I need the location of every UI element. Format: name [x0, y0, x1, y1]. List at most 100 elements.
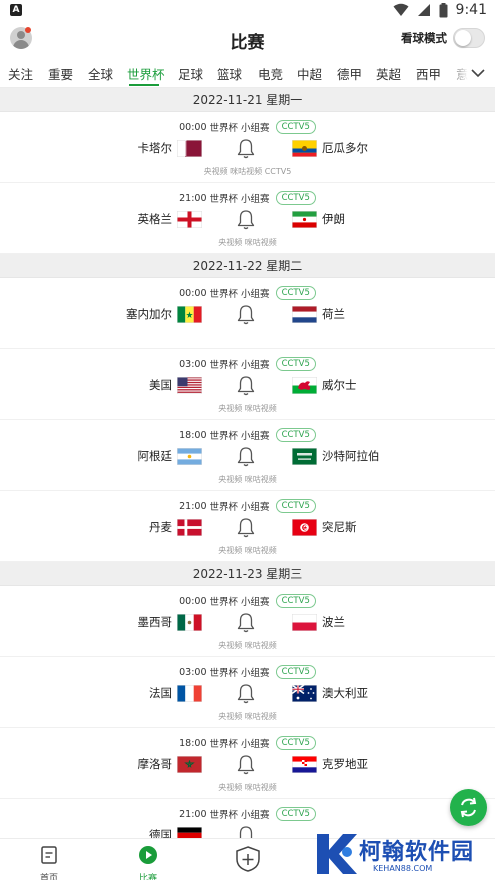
- home-team: 塞内加尔: [126, 307, 172, 321]
- england-flag: [177, 211, 202, 228]
- morocco-flag: [177, 756, 202, 773]
- tab-1[interactable]: 重要: [48, 64, 73, 83]
- channel-badge: CCTV5: [275, 120, 316, 134]
- channel-badge: CCTV5: [275, 191, 316, 205]
- bell-icon[interactable]: [236, 825, 256, 838]
- match-row[interactable]: 21:00 世界杯 小组赛 CCTV5 英格兰 伊朗 央视频 咪咕视频: [0, 183, 495, 254]
- tab-10[interactable]: 西甲: [416, 64, 441, 83]
- home-team: 墨西哥: [137, 615, 173, 629]
- bell-icon[interactable]: [236, 517, 256, 539]
- watch-mode: 看球模式: [401, 28, 485, 48]
- bell-icon[interactable]: [236, 209, 256, 231]
- tab-7[interactable]: 中超: [297, 64, 322, 83]
- bell-icon[interactable]: [236, 446, 256, 468]
- match-meta: 03:00 世界杯 小组赛 CCTV5: [0, 665, 495, 679]
- match-row[interactable]: 03:00 世界杯 小组赛 CCTV5 美国 威尔士央视频 咪咕视频: [0, 349, 495, 420]
- category-tabs: 关注重要全球世界杯足球篮球电竞中超德甲英超西甲意: [0, 58, 495, 88]
- date-header: 2022-11-23 星期三: [0, 562, 495, 586]
- tab-5[interactable]: 篮球: [217, 64, 242, 83]
- tab-8[interactable]: 德甲: [337, 64, 362, 83]
- match-league: 世界杯 小组赛: [209, 360, 270, 371]
- match-row[interactable]: 00:00 世界杯 小组赛 CCTV5 墨西哥 波兰央视频 咪咕视频: [0, 586, 495, 657]
- tab-6[interactable]: 电竞: [258, 64, 283, 83]
- usa-flag: [177, 377, 202, 394]
- bell-icon[interactable]: [236, 683, 256, 705]
- home-team: 美国: [149, 378, 172, 392]
- match-time: 03:00: [179, 666, 207, 678]
- plus-shield-icon[interactable]: [234, 845, 262, 873]
- match-league: 世界杯 小组赛: [209, 289, 270, 300]
- match-league: 世界杯 小组赛: [209, 597, 270, 608]
- refresh-icon: [460, 797, 477, 818]
- iran-flag: [292, 211, 317, 228]
- tab-9[interactable]: 英超: [376, 64, 401, 83]
- chevron-down-icon[interactable]: [467, 62, 489, 84]
- match-league: 世界杯 小组赛: [209, 502, 270, 513]
- match-time: 21:00: [179, 808, 207, 820]
- home-team: 卡塔尔: [137, 141, 173, 155]
- home-team: 法国: [149, 686, 172, 700]
- match-meta: 21:00 世界杯 小组赛 CCTV5: [0, 191, 495, 205]
- channel-badge: CCTV5: [275, 594, 316, 608]
- channel-badge: CCTV5: [275, 736, 316, 750]
- saudi-flag: [292, 448, 317, 465]
- tab-2[interactable]: 全球: [88, 64, 113, 83]
- match-time: 03:00: [179, 358, 207, 370]
- match-row[interactable]: 18:00 世界杯 小组赛 CCTV5 阿根廷 沙特阿拉伯 央视频 咪咕视频: [0, 420, 495, 491]
- broadcast-platforms: 央视频 咪咕视频: [218, 475, 277, 484]
- bell-icon[interactable]: [236, 375, 256, 397]
- match-row[interactable]: 21:00 世界杯 小组赛 CCTV5 丹麦 突尼斯 央视频 咪咕视频: [0, 491, 495, 562]
- broadcast-platforms: 央视频 咪咕视频: [218, 238, 277, 247]
- app-notification-icon: A: [10, 4, 22, 16]
- match-list: 2022-11-21 星期一 00:00 世界杯 小组赛 CCTV5 卡塔尔 厄…: [0, 88, 495, 838]
- match-league: 世界杯 小组赛: [209, 431, 270, 442]
- match-meta: 00:00 世界杯 小组赛 CCTV5: [0, 120, 495, 134]
- match-meta: 21:00 世界杯 小组赛 CCTV5: [0, 499, 495, 513]
- bell-icon[interactable]: [236, 138, 256, 160]
- croatia-flag: [292, 756, 317, 773]
- watch-mode-label: 看球模式: [401, 31, 447, 45]
- channel-badge: CCTV5: [275, 357, 316, 371]
- channel-badge: CCTV5: [275, 499, 316, 513]
- channel-badge: CCTV5: [275, 286, 316, 300]
- nav-match-label: 比赛: [138, 874, 157, 880]
- match-meta: 18:00 世界杯 小组赛 CCTV5: [0, 428, 495, 442]
- status-bar: A 9:41: [0, 0, 495, 22]
- match-time: 00:00: [179, 287, 207, 299]
- broadcast-platforms: 央视频 咪咕视频: [218, 546, 277, 555]
- wales-flag: [292, 377, 317, 394]
- broadcast-platforms: 央视频 咪咕视频: [218, 404, 277, 413]
- match-time: 00:00: [179, 121, 207, 133]
- watch-mode-toggle[interactable]: [453, 28, 485, 48]
- tab-4[interactable]: 足球: [178, 64, 203, 83]
- refresh-button[interactable]: [450, 789, 487, 826]
- away-team: 威尔士: [322, 378, 357, 392]
- away-team: 波兰: [322, 615, 345, 629]
- match-row[interactable]: 03:00 世界杯 小组赛 CCTV5 法国 澳大利亚 央视频 咪咕视频: [0, 657, 495, 728]
- nav-match[interactable]: 比赛: [128, 845, 168, 880]
- broadcast-platforms: 央视频 咪咕视频 CCTV5: [203, 167, 292, 176]
- broadcast-platforms: 央视频 咪咕视频: [218, 641, 277, 650]
- watermark-text: 柯翰软件园: [359, 840, 475, 865]
- date-header: 2022-11-21 星期一: [0, 88, 495, 112]
- match-row[interactable]: 00:00 世界杯 小组赛 CCTV5 塞内加尔 荷兰: [0, 278, 495, 349]
- play-icon: [139, 846, 157, 864]
- bell-icon[interactable]: [236, 304, 256, 326]
- match-time: 00:00: [179, 595, 207, 607]
- nav-home-label: 首页: [39, 874, 58, 880]
- battery-icon: [439, 2, 448, 17]
- match-row[interactable]: 00:00 世界杯 小组赛 CCTV5 卡塔尔 厄瓜多尔 央视频 咪咕视频 CCT…: [0, 112, 495, 183]
- netherlands-flag: [292, 306, 317, 323]
- wifi-icon: [393, 3, 409, 16]
- nav-home[interactable]: 首页: [29, 845, 69, 880]
- tab-0[interactable]: 关注: [8, 64, 33, 83]
- senegal-flag: [177, 306, 202, 323]
- match-row[interactable]: 18:00 世界杯 小组赛 CCTV5 摩洛哥 克罗地亚 央视频 咪咕视频: [0, 728, 495, 799]
- tab-3[interactable]: 世界杯: [127, 64, 165, 83]
- match-league: 世界杯 小组赛: [209, 194, 270, 205]
- bell-icon[interactable]: [236, 754, 256, 776]
- home-team: 英格兰: [137, 212, 173, 226]
- match-time: 18:00: [179, 737, 207, 749]
- match-league: 世界杯 小组赛: [209, 739, 270, 750]
- bell-icon[interactable]: [236, 612, 256, 634]
